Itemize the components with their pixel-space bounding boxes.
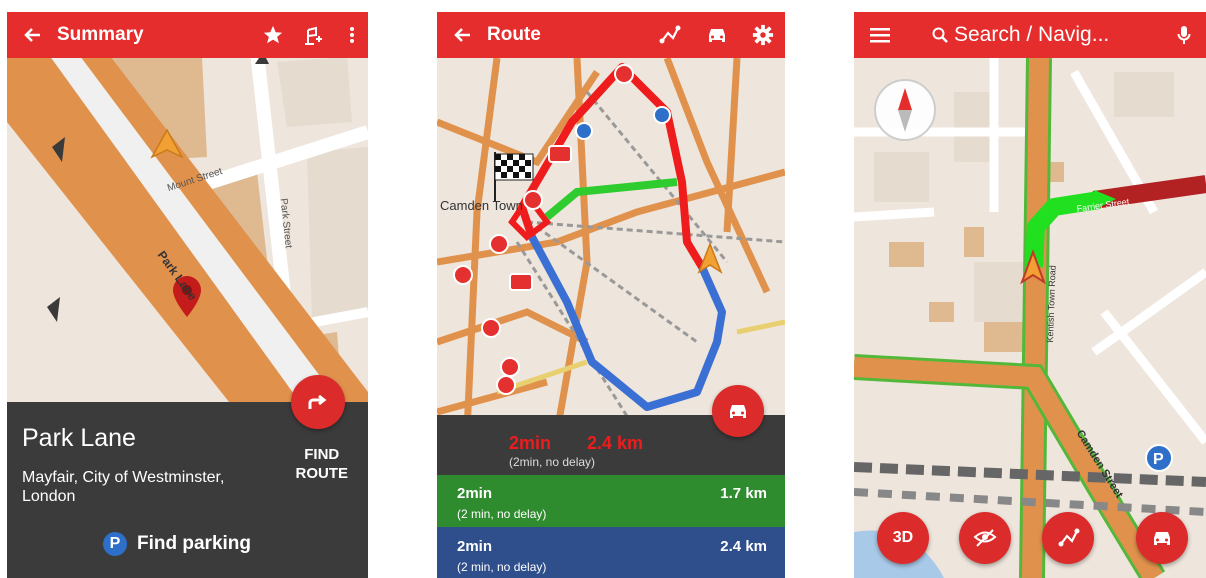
selected-route-distance: 2.4 km bbox=[587, 433, 644, 453]
navigation-screen: P Farrier Street Kentish Town Road Camde… bbox=[854, 12, 1206, 578]
route-icon[interactable] bbox=[645, 24, 693, 46]
add-route-flag-icon[interactable] bbox=[292, 24, 336, 46]
more-vertical-icon[interactable] bbox=[336, 26, 368, 44]
building bbox=[307, 147, 368, 322]
find-route-label-line2: ROUTE bbox=[295, 465, 349, 482]
route-map[interactable]: Camden Town bbox=[437, 12, 785, 432]
camera-marker-icon bbox=[509, 273, 533, 291]
selected-route-delay: (2min, no delay) bbox=[509, 455, 596, 469]
route-overview-button[interactable] bbox=[1042, 512, 1094, 564]
view-toggle-button[interactable] bbox=[959, 512, 1011, 564]
vehicle-button[interactable] bbox=[1136, 512, 1188, 564]
alt-route-row-blue[interactable]: 2min 2.4 km (2 min, no delay) bbox=[437, 527, 785, 578]
route-icon bbox=[1058, 528, 1080, 547]
alt-route-delay: (2 min, no delay) bbox=[457, 560, 547, 574]
navigation-map[interactable]: P Farrier Street Kentish Town Road Camde… bbox=[854, 12, 1206, 578]
settings-icon[interactable] bbox=[741, 24, 785, 46]
compass-icon[interactable] bbox=[874, 79, 936, 141]
find-parking-button[interactable]: P Find parking bbox=[103, 532, 251, 556]
selected-route-time: 2min bbox=[509, 433, 552, 453]
eye-icon bbox=[973, 529, 997, 547]
place-address: Mayfair, City of Westminster, London bbox=[22, 469, 225, 505]
star-icon[interactable] bbox=[254, 24, 292, 46]
find-route-label[interactable]: FIND ROUTE bbox=[296, 445, 349, 483]
turn-right-arrow-icon bbox=[308, 394, 327, 409]
alt-route-row-green[interactable]: 2min 1.7 km (2 min, no delay) bbox=[437, 475, 785, 527]
car-icon[interactable] bbox=[693, 25, 741, 45]
parking-marker-label: P bbox=[1153, 451, 1164, 468]
car-icon bbox=[730, 405, 746, 418]
place-title: Park Lane bbox=[22, 424, 136, 452]
alt-route-distance: 1.7 km bbox=[720, 485, 767, 502]
start-navigation-button[interactable] bbox=[712, 385, 764, 437]
alt-route-time: 2min bbox=[457, 485, 493, 502]
find-route-button[interactable] bbox=[291, 375, 345, 429]
route-top-bar: Route bbox=[437, 12, 785, 58]
car-icon bbox=[1154, 532, 1170, 545]
alt-route-distance: 2.4 km bbox=[720, 538, 767, 555]
alt-route-delay: (2 min, no delay) bbox=[457, 507, 547, 521]
3d-view-button[interactable]: 3D bbox=[877, 512, 929, 564]
building bbox=[277, 57, 352, 127]
screen-title: Summary bbox=[57, 24, 144, 45]
parking-icon: P bbox=[103, 532, 127, 556]
screen-title: Route bbox=[487, 24, 541, 45]
search-icon[interactable] bbox=[926, 27, 954, 43]
summary-screen: Mount Street Park Street Park Lane Summa… bbox=[7, 12, 368, 578]
map-label-camden-town: Camden Town bbox=[440, 198, 523, 213]
alt-route-time: 2min bbox=[457, 538, 493, 555]
menu-icon[interactable] bbox=[854, 27, 906, 43]
navigation-top-bar: Search / Navig... bbox=[854, 12, 1206, 58]
microphone-icon[interactable] bbox=[1162, 25, 1206, 45]
search-input[interactable]: Search / Navig... bbox=[954, 23, 1109, 47]
camera-marker-icon bbox=[548, 145, 572, 163]
summary-top-bar: Summary bbox=[7, 12, 368, 58]
back-arrow-icon[interactable] bbox=[7, 25, 57, 45]
find-parking-label: Find parking bbox=[137, 533, 251, 554]
back-arrow-icon[interactable] bbox=[437, 25, 487, 45]
route-screen: Camden Town Route 2min 2.4 km (2min, no … bbox=[437, 12, 785, 578]
find-route-label-line1: FIND bbox=[304, 446, 340, 463]
summary-map[interactable]: Mount Street Park Street Park Lane bbox=[7, 12, 368, 412]
